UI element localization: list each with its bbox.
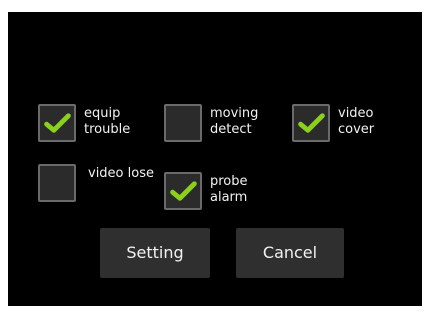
- option-label-line1: video: [338, 106, 374, 121]
- checkbox[interactable]: [292, 104, 330, 142]
- setting-button[interactable]: Setting: [100, 228, 210, 278]
- check-mark-icon: [44, 113, 71, 133]
- option-label-line1: moving: [210, 106, 259, 121]
- option-label-line2: trouble: [84, 122, 131, 137]
- cancel-button[interactable]: Cancel: [236, 228, 344, 278]
- option-label: equip trouble: [84, 106, 130, 138]
- option-label-line2: detect: [210, 122, 252, 137]
- option-label: probe alarm: [210, 174, 248, 206]
- checkbox[interactable]: [38, 164, 76, 202]
- option-label-line1: probe: [210, 174, 248, 189]
- option-label-line1: video lose: [88, 166, 154, 181]
- option-label: video cover: [338, 106, 374, 138]
- checkbox[interactable]: [164, 104, 202, 142]
- checkbox[interactable]: [38, 104, 76, 142]
- option-label: moving detect: [210, 106, 258, 138]
- option-label-line2: alarm: [210, 190, 248, 205]
- check-mark-icon: [170, 181, 197, 201]
- option-label-line1: equip: [84, 106, 121, 121]
- option-label: video lose: [88, 166, 154, 182]
- option-label-line2: cover: [338, 122, 375, 137]
- alarm-settings-dialog: equip trouble moving detect video cover: [8, 12, 422, 306]
- checkbox[interactable]: [164, 172, 202, 210]
- check-mark-icon: [298, 113, 325, 133]
